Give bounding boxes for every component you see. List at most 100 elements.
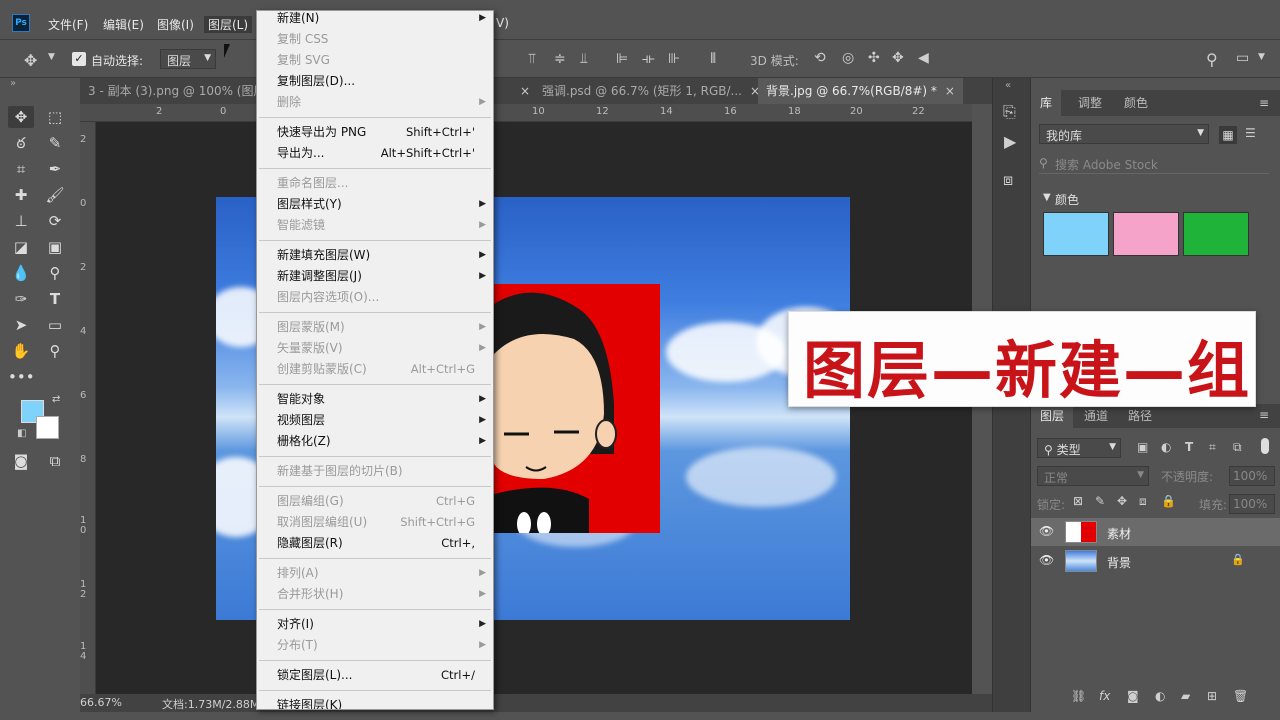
3d-pan-icon[interactable]: ✣ xyxy=(868,50,880,66)
tab-document-3[interactable]: 背景.jpg @ 66.7%(RGB/8#) * × xyxy=(758,78,963,104)
grid-view-icon[interactable]: ▦ xyxy=(1219,126,1237,144)
fx-icon[interactable]: fx xyxy=(1099,689,1110,703)
chevron-down-icon[interactable]: ▼ xyxy=(1258,52,1265,62)
menu-item[interactable]: 视频图层 ▶ xyxy=(257,410,493,430)
menu-item[interactable]: 复制图层(D)... xyxy=(257,71,493,91)
blend-mode-select[interactable]: 正常 ▼ xyxy=(1037,466,1149,486)
3d-orbit-icon[interactable]: ⟲ xyxy=(814,50,826,66)
3d-roll-icon[interactable]: ◎ xyxy=(842,50,854,66)
search-icon[interactable]: ⚲ xyxy=(1206,50,1218,69)
blur-tool-icon[interactable]: 💧 xyxy=(8,262,34,284)
gradient-tool-icon[interactable]: ▣ xyxy=(42,236,68,258)
move-tool-icon[interactable]: ✥ xyxy=(8,106,34,128)
quick-mask-icon[interactable]: ◙ xyxy=(8,450,34,472)
menu-item[interactable]: 新建调整图层(J) ▶ xyxy=(257,266,493,286)
zoom-tool-icon[interactable]: ⚲ xyxy=(42,340,68,362)
stamp-tool-icon[interactable]: ⊥ xyxy=(8,210,34,232)
auto-select-checkbox[interactable]: ✓ xyxy=(72,52,86,66)
move-tool-icon[interactable]: ✥ xyxy=(24,51,37,70)
tab-document-2[interactable]: 强调.psd @ 66.7% (矩形 1, RGB/... × xyxy=(534,78,768,104)
align-right-icon[interactable]: ⊪ xyxy=(668,51,680,67)
lock-position-icon[interactable]: ✥ xyxy=(1117,494,1127,508)
lock-artboard-icon[interactable]: ⧈ xyxy=(1139,494,1147,509)
eyedropper-tool-icon[interactable]: ✒ xyxy=(42,158,68,180)
list-view-icon[interactable]: ☰ xyxy=(1245,126,1256,140)
trash-icon[interactable]: 🗑 xyxy=(1233,689,1248,703)
stock-search-field[interactable]: ⚲ 搜索 Adobe Stock xyxy=(1039,154,1269,174)
auto-select-dropdown[interactable]: 图层 ▼ xyxy=(160,49,216,69)
menu-item[interactable]: 栅格化(Z) ▶ xyxy=(257,431,493,451)
distribute-icon[interactable]: ⦀ xyxy=(710,51,716,67)
fill-field[interactable]: 100% xyxy=(1229,494,1275,514)
3d-camera-icon[interactable]: ◀ xyxy=(918,50,929,66)
quick-select-tool-icon[interactable]: ✎ xyxy=(42,132,68,154)
menu-item[interactable]: 智能对象 ▶ xyxy=(257,389,493,409)
swap-colors-icon[interactable]: ⇄ xyxy=(52,394,60,405)
chevron-down-icon[interactable]: ▼ xyxy=(48,52,55,62)
filter-adjust-icon[interactable]: ◐ xyxy=(1161,440,1171,454)
lock-transparent-icon[interactable]: ⊠ xyxy=(1073,494,1083,508)
new-layer-icon[interactable]: ⊞ xyxy=(1207,689,1217,703)
menu-edit[interactable]: 编辑(E) xyxy=(103,16,144,33)
menu-item[interactable]: 导出为... Alt+Shift+Ctrl+' xyxy=(257,143,493,163)
link-icon[interactable]: ⛓ xyxy=(1071,689,1086,703)
menu-item[interactable]: 图层样式(Y) ▶ xyxy=(257,194,493,214)
tab-close-1[interactable]: × xyxy=(512,78,534,104)
default-colors-icon[interactable]: ◧ xyxy=(17,428,26,439)
healing-tool-icon[interactable]: ✚ xyxy=(8,184,34,206)
tab-document-1[interactable]: 3 - 副本 (3).png @ 100% (图层 xyxy=(80,78,274,104)
caret-down-icon[interactable]: ▼ xyxy=(1043,192,1051,203)
tab-library[interactable]: 库 xyxy=(1031,90,1062,116)
menu-item[interactable]: 隐藏图层(R) Ctrl+, xyxy=(257,533,493,553)
eraser-tool-icon[interactable]: ◪ xyxy=(8,236,34,258)
filter-type-icon[interactable]: T xyxy=(1185,440,1193,454)
filter-toggle[interactable] xyxy=(1261,438,1269,454)
layer-row[interactable]: 👁 素材 xyxy=(1031,518,1280,546)
library-color-swatch[interactable] xyxy=(1043,212,1109,256)
menu-view-partial[interactable]: V) xyxy=(496,16,509,30)
layer-name[interactable]: 素材 xyxy=(1107,525,1131,542)
zoom-level[interactable]: 66.67% xyxy=(80,696,122,709)
menu-item[interactable]: 新建(N) ▶ xyxy=(257,11,493,28)
close-icon[interactable]: × xyxy=(945,84,955,98)
menu-item[interactable]: 链接图层(K) xyxy=(257,695,493,709)
library-select[interactable]: 我的库 ▼ xyxy=(1039,124,1209,144)
avatar-layer[interactable] xyxy=(494,284,660,536)
mask-icon[interactable]: ◙ xyxy=(1127,689,1139,703)
align-bottom-icon[interactable]: ⫫ xyxy=(580,51,588,67)
filter-shape-icon[interactable]: ⌗ xyxy=(1209,440,1216,455)
actions-play-icon[interactable]: ▶ xyxy=(1004,132,1016,151)
marquee-tool-icon[interactable]: ⬚ xyxy=(42,106,68,128)
crop-tool-icon[interactable]: ⌗ xyxy=(8,158,34,180)
filter-smart-icon[interactable]: ⧉ xyxy=(1233,440,1242,455)
library-color-swatch[interactable] xyxy=(1183,212,1249,256)
more-tools-icon[interactable]: ••• xyxy=(8,366,35,388)
align-top-icon[interactable]: ⫪ xyxy=(528,51,536,67)
align-hcenter-icon[interactable]: ⟛ xyxy=(642,51,655,67)
brush-tool-icon[interactable]: 🖌 xyxy=(42,184,68,206)
lasso-tool-icon[interactable]: ఠ xyxy=(8,132,34,154)
layer-name[interactable]: 背景 xyxy=(1107,554,1131,571)
menu-item[interactable]: 锁定图层(L)... Ctrl+/ xyxy=(257,665,493,685)
3d-slide-icon[interactable]: ✥ xyxy=(892,50,904,66)
tab-color[interactable]: 颜色 xyxy=(1115,90,1157,116)
path-select-tool-icon[interactable]: ➤ xyxy=(8,314,34,336)
workspace-icon[interactable]: ▭ xyxy=(1236,50,1249,66)
3d-cube-icon[interactable]: ⧈ xyxy=(1003,170,1013,190)
history-icon[interactable]: ⎘ xyxy=(1003,102,1016,122)
opacity-field[interactable]: 100% xyxy=(1229,466,1275,486)
menu-item[interactable]: 对齐(I) ▶ xyxy=(257,614,493,634)
folder-icon[interactable]: ▰ xyxy=(1181,689,1190,703)
tab-adjustments[interactable]: 调整 xyxy=(1069,90,1111,116)
filter-pixel-icon[interactable]: ▣ xyxy=(1137,440,1148,454)
type-tool-icon[interactable]: T xyxy=(42,288,68,310)
background-color-swatch[interactable] xyxy=(36,416,59,439)
dodge-tool-icon[interactable]: ⚲ xyxy=(42,262,68,284)
lock-all-icon[interactable]: 🔒 xyxy=(1161,494,1176,508)
align-left-icon[interactable]: ⊫ xyxy=(616,51,628,67)
library-color-swatch[interactable] xyxy=(1113,212,1179,256)
expand-icon[interactable]: « xyxy=(1005,80,1011,91)
menu-layer[interactable]: 图层(L) xyxy=(204,16,253,33)
menu-item[interactable]: 快速导出为 PNG Shift+Ctrl+' xyxy=(257,122,493,142)
adjustment-icon[interactable]: ◐ xyxy=(1155,689,1165,703)
